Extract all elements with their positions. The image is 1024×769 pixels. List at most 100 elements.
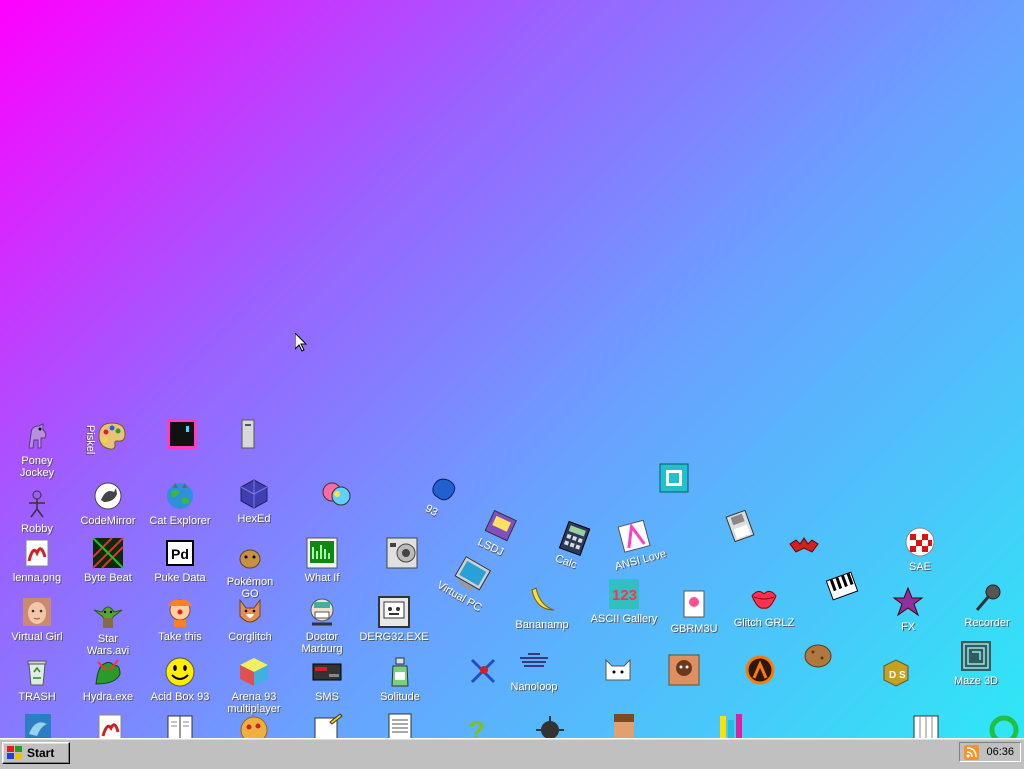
desktop-icon-notes[interactable] [296,712,360,738]
icon-label: Star Wars.avi [86,633,130,657]
desktop-icon-help[interactable]: ? [444,712,508,738]
desktop-icon-system-c[interactable] [210,418,274,450]
svg-text:Pd: Pd [171,546,189,562]
desktop-icon-robby[interactable]: Robby [5,488,69,535]
desktop-icon-terminal[interactable] [148,418,212,450]
desktop-icon-piskel[interactable]: Piskel [78,420,142,455]
desktop-icon-corglitch[interactable]: Corglitch [218,596,282,643]
desktop-icon-codemirror[interactable]: CodeMirror [76,480,140,527]
icon-label: SMS [315,691,339,703]
icon-label: TRASH [18,691,56,703]
icon-label: SAE [908,561,931,573]
chat-bubbles-icon [320,478,352,510]
desktop-icon-recorder[interactable]: Recorder [955,582,1019,629]
desktop-icon-maze-3d[interactable]: Maze 3D [944,640,1008,687]
desktop-icon-sms[interactable]: SMS [295,656,359,703]
desktop-icon-take-this[interactable]: Take this [148,596,212,643]
desktop-icon-virtual-girl[interactable]: Virtual Girl [5,596,69,643]
desktop-icon-kong93[interactable] [648,654,712,686]
desktop-icon-solitude[interactable]: Solitude [368,656,432,703]
desktop-icon-lenna[interactable]: lenna.png [5,537,69,584]
lips-icon [748,582,780,614]
pizza-icon [238,712,270,738]
desktop-icon-potatoyt[interactable] [786,640,850,672]
dosbox-icon: D S [880,656,912,688]
desktop-icon-dosbox[interactable]: D S [856,656,920,688]
desktop[interactable]: Poney Jockey Robby lenna.png Virtual Gir… [0,0,1024,738]
desktop-icon-nanoloop[interactable]: Nanoloop [502,646,566,693]
desktop-icon-93-realms[interactable] [772,530,836,562]
rss-icon[interactable] [964,744,979,760]
desktop-icon-ansi-love[interactable]: ANSI Love [599,513,673,575]
potato-icon [802,640,834,672]
desktop-icon-cat-explorer[interactable]: Cat Explorer [148,480,212,527]
windows-logo-icon [7,746,23,760]
desktop-icon-star-wars[interactable]: Star Wars.avi [76,598,140,657]
desktop-icon-doom[interactable] [592,712,656,738]
desktop-icon-midi-jukebox[interactable] [806,560,877,612]
console-icon [311,656,343,688]
desktop-icon-half-life-3[interactable] [722,654,786,686]
desktop-icon-trollbox[interactable] [300,478,364,510]
mine-icon [534,712,566,738]
desktop-icon-sae[interactable]: SAE [888,526,952,573]
desktop-icon-what-if[interactable]: What If [290,537,354,584]
desktop-icon-bananamp[interactable]: Bananamp [510,584,574,631]
desktop-icon-hydra[interactable]: Hydra.exe [76,656,140,703]
bat-icon [788,530,820,562]
desktop-icon-pokemon-go[interactable]: Pokémon GO [218,541,282,600]
desktop-icon-ring[interactable] [972,712,1024,738]
star-icon [892,586,924,618]
icon-label: Acid Box 93 [150,691,210,703]
desktop-icon-windows-93[interactable] [642,462,706,494]
palette-icon [96,420,128,452]
desktop-icon-acid-box[interactable]: Acid Box 93 [148,656,212,703]
desktop-icon-storage-a[interactable] [704,500,775,552]
desktop-icon-text-file[interactable] [368,712,432,738]
desktop-icon-doctor-marburg[interactable]: Doctor Marburg [290,596,354,655]
start-button[interactable]: Start [2,742,70,764]
banana-icon [526,584,558,616]
desktop-icon-puke-data[interactable]: Pd Puke Data [148,537,212,584]
icon-label: Poney Jockey [19,455,55,479]
icon-label: Bananamp [515,619,569,631]
desktop-icon-minesweeper[interactable] [518,712,582,738]
desktop-icon-glitch-grlz[interactable]: Glitch GRLZ [732,582,796,629]
desktop-icon-poney-jockey[interactable]: Poney Jockey [5,420,69,479]
desktop-icon-red-doc[interactable] [78,712,142,738]
text-file-icon [384,712,416,738]
desktop-icon-derg32[interactable]: DERG32.EXE [359,596,429,643]
taskbar: Start 06:36 [0,738,1024,769]
desktop-icon-fx[interactable]: FX [876,586,940,633]
desktop-icon-calc[interactable]: Calc [534,512,610,578]
desktop-icon-happy-teacher[interactable] [584,654,648,686]
desktop-icon-gbrm3u[interactable]: GBRM3U [662,588,726,635]
notepad-icon [312,712,344,738]
svg-text:D S: D S [889,670,906,681]
desktop-icon-pizza[interactable] [222,712,286,738]
arena-cube-icon [238,656,270,688]
icon-label: Piskel [84,425,96,455]
speaker-icon [386,537,418,569]
desktop-icon-trash[interactable]: TRASH [5,656,69,703]
desktop-icon-bottom-box[interactable] [894,712,958,738]
microphone-icon [971,582,1003,614]
yoda-icon [92,598,124,630]
desktop-icon-hexed[interactable]: HexEd [222,478,286,525]
desktop-icon-byte-beat[interactable]: Byte Beat [76,537,140,584]
ascii-gallery-icon: 123 [608,578,640,610]
icon-label: Cat Explorer [149,515,211,527]
desktop-icon-dolphin[interactable] [5,712,69,738]
halflife-icon [744,654,776,686]
desktop-icon-speech[interactable] [364,537,428,569]
desktop-icon-book[interactable] [148,712,212,738]
floppy-icon [719,505,760,546]
desktop-icon-ascii-gallery[interactable]: 123 ASCII Gallery [591,578,657,625]
icon-label: Hydra.exe [82,691,134,703]
desktop-icon-arena-93[interactable]: Arena 93 multiplayer [222,656,286,715]
clock[interactable]: 06:36 [986,746,1014,758]
desktop-icon-bars[interactable] [700,712,764,738]
globe-icon [164,480,196,512]
dolphin-icon [21,712,53,738]
desktop-icon-progress-quest[interactable] [444,654,508,686]
